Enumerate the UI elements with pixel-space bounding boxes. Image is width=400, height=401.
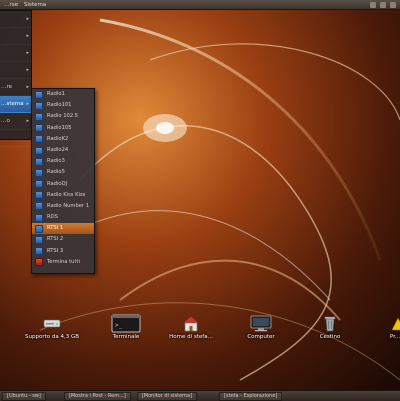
- stop-icon: [35, 258, 43, 267]
- radio-menu-item[interactable]: Radio105: [32, 123, 94, 134]
- radio-icon: [35, 191, 43, 200]
- terminal-icon: >_: [91, 314, 161, 333]
- desktop-icon-partial[interactable]: Pr...: [362, 314, 400, 340]
- top-panel-menus: …rse Sistema: [4, 2, 46, 8]
- main-menu-item-8[interactable]: [0, 130, 31, 147]
- radio-menu-item[interactable]: RTSI 3: [32, 246, 94, 257]
- home-icon: [156, 314, 226, 332]
- desktop-icon-computer[interactable]: Computer: [226, 314, 296, 340]
- desktop-icon-trash[interactable]: Cestino: [295, 314, 365, 340]
- network-icon[interactable]: [370, 1, 376, 8]
- bottom-panel: [Ubuntu - sw] [Mostra i Post - Rem...] […: [0, 390, 400, 401]
- radio-icon: [35, 124, 43, 133]
- taskbar-button[interactable]: [Mostra i Post - Rem...]: [63, 391, 131, 401]
- volume-icon[interactable]: [380, 1, 386, 8]
- main-menu-item-6[interactable]: …stema ▸: [0, 96, 31, 113]
- main-menu-item-1[interactable]: ▸: [0, 11, 31, 28]
- radio-menu-item[interactable]: Radio24: [32, 145, 94, 156]
- main-menu: ▸ ▸ ▸ ▸ …re ▸ …stema ▸ …o ▸: [0, 10, 32, 147]
- desktop-icon-label: Terminale: [112, 334, 140, 340]
- stop-all-menu-item[interactable]: Termina tutti: [32, 257, 94, 268]
- desktop-icon-label: Pr...: [390, 334, 400, 340]
- desktop-icon-label: Supporto da 4,3 GB: [25, 334, 79, 340]
- radio-icon: [35, 135, 43, 144]
- chevron-right-icon: ▸: [26, 33, 29, 39]
- chevron-right-icon: ▸: [26, 50, 29, 56]
- radio-icon: [35, 157, 43, 166]
- radio-icon: [35, 213, 43, 222]
- radio-icon: [35, 236, 43, 245]
- radio-icon: [35, 146, 43, 155]
- main-menu-item-3[interactable]: ▸: [0, 45, 31, 62]
- radio-menu-item[interactable]: Radio Number 1: [32, 201, 94, 212]
- taskbar-button[interactable]: [Ubuntu - sw]: [2, 391, 46, 401]
- places-menu[interactable]: …rse: [4, 2, 18, 8]
- desktop-icon-drive[interactable]: Supporto da 4,3 GB: [17, 314, 87, 340]
- main-menu-item-5[interactable]: …re ▸: [0, 79, 31, 96]
- radio-menu-item[interactable]: Radio 102.5: [32, 111, 94, 122]
- taskbar-button[interactable]: [Monitor di sistema]: [136, 391, 198, 401]
- radio-icon: [35, 202, 43, 211]
- main-menu-item-7[interactable]: …o ▸: [0, 113, 31, 130]
- top-panel: …rse Sistema: [0, 0, 400, 10]
- radio-icon: [35, 224, 43, 233]
- trash-icon: [295, 314, 365, 332]
- radio-menu-item[interactable]: Radio1: [32, 89, 94, 100]
- taskbar-button[interactable]: [stefa - Esplorazione]: [219, 391, 283, 401]
- system-menu[interactable]: Sistema: [24, 2, 46, 8]
- radio-menu-item[interactable]: RDS: [32, 212, 94, 223]
- warning-icon: [391, 314, 400, 332]
- svg-text:>_: >_: [115, 322, 123, 329]
- radio-icon: [35, 101, 43, 110]
- radio-menu-item[interactable]: Radio3: [32, 156, 94, 167]
- chevron-right-icon: ▸: [26, 67, 29, 73]
- desktop-icon-terminal[interactable]: >_ Terminale: [91, 314, 161, 340]
- radio-icon: [35, 90, 43, 99]
- drive-icon: [17, 314, 87, 332]
- power-icon[interactable]: [390, 1, 396, 8]
- chevron-right-icon: ▸: [26, 101, 29, 107]
- radio-menu-item[interactable]: Radio101: [32, 100, 94, 111]
- radio-icon: [35, 180, 43, 189]
- desktop-icon-label: Computer: [247, 334, 275, 340]
- radio-icon: [35, 112, 43, 121]
- radio-menu-item-selected[interactable]: RTSI 1: [32, 223, 94, 235]
- radio-menu-item[interactable]: Radio5: [32, 167, 94, 178]
- desktop-icon-label: Cestino: [319, 334, 341, 340]
- main-menu-item-4[interactable]: ▸: [0, 62, 31, 79]
- radio-menu-item[interactable]: RadioDJ: [32, 179, 94, 190]
- main-menu-item-2[interactable]: ▸: [0, 28, 31, 45]
- desktop-icon-label: Home di stefa...: [169, 334, 213, 340]
- radio-icon: [35, 247, 43, 256]
- desktop-icon-home[interactable]: Home di stefa...: [156, 314, 226, 340]
- computer-icon: [226, 314, 296, 332]
- radio-menu-item[interactable]: RadioK2: [32, 134, 94, 145]
- chevron-right-icon: ▸: [26, 16, 29, 22]
- chevron-right-icon: ▸: [26, 118, 29, 124]
- radio-menu-item[interactable]: RTSI 2: [32, 234, 94, 245]
- chevron-right-icon: ▸: [26, 84, 29, 90]
- radio-icon: [35, 168, 43, 177]
- radio-submenu: Radio1 Radio101 Radio 102.5 Radio105 Rad…: [31, 88, 95, 274]
- system-tray: [370, 1, 396, 8]
- radio-menu-item[interactable]: Radio Kiss Kiss: [32, 190, 94, 201]
